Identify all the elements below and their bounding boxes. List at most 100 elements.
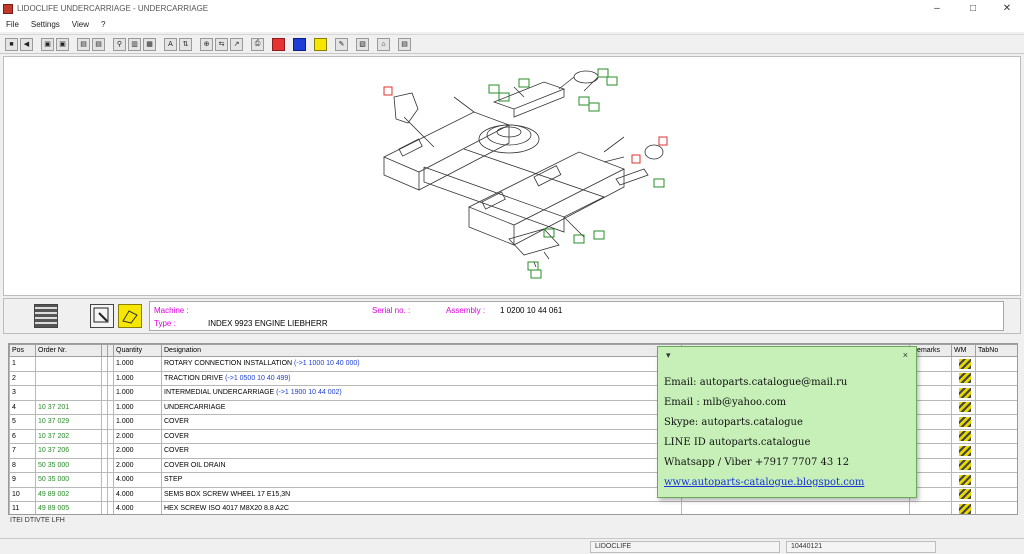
wm-marker-icon[interactable] (958, 431, 971, 442)
cell-wm (951, 486, 976, 502)
wm-marker-icon[interactable] (958, 387, 971, 398)
toolbar-button[interactable]: ⊕ (200, 37, 213, 51)
cell-tabno (975, 385, 1017, 401)
col-pos[interactable]: Pos (9, 344, 36, 357)
toolbar-button[interactable]: ⎙ (251, 37, 264, 51)
wm-marker-icon[interactable] (958, 489, 971, 500)
status-bar: LIDOCLIFE 10440121 (0, 538, 1024, 554)
wm-marker-icon[interactable] (958, 373, 971, 384)
cell-remarks (909, 501, 952, 514)
minimize-button[interactable]: – (920, 0, 954, 17)
close-button[interactable]: ✕ (990, 0, 1024, 17)
popup-email-1: Email: autoparts.catalogue@mail.ru (664, 377, 848, 388)
designation-text: SEMS BOX SCREW WHEEL 17 E15,3N (164, 490, 291, 498)
cell-designation: COVER OIL DRAIN (161, 457, 682, 473)
toolbar-button[interactable]: ▧ (356, 37, 369, 51)
cell-tabno (975, 428, 1017, 444)
menu-settings[interactable]: Settings (25, 20, 66, 29)
cell-tabno (975, 501, 1017, 514)
toolbar-group (292, 37, 307, 51)
designation-text: COVER (164, 418, 189, 426)
cell-order-nr: 10 37 202 (35, 428, 102, 444)
designation-text: UNDERCARRIAGE (164, 403, 226, 411)
cell-pos: 3 (9, 385, 36, 401)
wm-marker-icon[interactable] (958, 474, 971, 485)
toolbar-button[interactable]: A (164, 37, 177, 51)
toolbar-button[interactable]: ▣ (41, 37, 54, 51)
app-icon (3, 3, 13, 14)
toolbar-red-color-button[interactable] (272, 37, 285, 51)
col-order-nr[interactable]: Order Nr. (35, 344, 102, 357)
cell-designation: SEMS BOX SCREW WHEEL 17 E15,3N (161, 486, 682, 502)
cell-pos: 6 (9, 428, 36, 444)
wm-marker-icon[interactable] (958, 402, 971, 413)
app-window: LIDOCLIFE UNDERCARRIAGE - UNDERCARRIAGE … (0, 0, 1024, 554)
toolbar-button[interactable]: ▦ (143, 37, 156, 51)
cell-order-nr (35, 356, 102, 372)
cell-pos: 4 (9, 399, 36, 415)
cell-pos: 9 (9, 472, 36, 488)
toolbar-button[interactable]: ▤ (77, 37, 90, 51)
machine-label: Machine : (154, 306, 189, 315)
toolbar-button[interactable]: ◀ (20, 37, 33, 51)
maximize-button[interactable]: □ (956, 0, 990, 17)
table-row[interactable]: 11 49 89 005 4.000 HEX SCREW ISO 4017 M8X20… (9, 501, 1017, 514)
assembly-link[interactable]: (->1 1900 10 44 002) (276, 389, 342, 396)
zoom-icon[interactable] (90, 304, 114, 328)
toolbar-button[interactable]: ▣ (56, 37, 69, 51)
exploded-drawing-view[interactable] (3, 56, 1021, 296)
popup-close-button[interactable]: × (903, 350, 908, 360)
menu-help[interactable]: ? (95, 20, 111, 29)
toolbar-group: ⌂ (376, 37, 391, 51)
assembly-link[interactable]: (->1 0500 10 40 499) (225, 375, 291, 382)
designation-text: TRACTION DRIVE (164, 374, 226, 382)
cell-pos: 1 (9, 356, 36, 372)
popup-email-2: Email : mlb@yahoo.com (664, 397, 787, 408)
cell-order-nr: 10 37 201 (35, 399, 102, 415)
cell-quantity: 1.000 (113, 385, 162, 401)
toolbar-group: ✎ (334, 37, 349, 51)
toolbar-yellow-color-button[interactable] (314, 37, 327, 51)
cell-order-nr: 50 35 000 (35, 472, 102, 488)
toolbar: ■ ◀ ▣ ▣ ▤ ▤ ⚲ ▥ ▦ A ⇅ ⊕ ⇆ ↗ ⎙ ✎ ▧ ⌂ ▤ (0, 34, 1024, 54)
cell-designation: COVER (161, 443, 682, 459)
toolbar-button[interactable]: ▤ (398, 37, 411, 51)
status-center: LIDOCLIFE (590, 541, 780, 553)
col-quantity[interactable]: Quantity (113, 344, 162, 357)
toolbar-button[interactable]: ⌂ (377, 37, 390, 51)
menu-file[interactable]: File (0, 20, 25, 29)
toolbar-button[interactable]: ✎ (335, 37, 348, 51)
toolbar-button[interactable]: ↗ (230, 37, 243, 51)
toolbar-group: ▤ ▤ (76, 37, 106, 51)
popup-pin-icon[interactable]: ▾ (666, 350, 671, 361)
popup-whatsapp: Whatsapp / Viber +7917 7707 43 12 (664, 457, 850, 468)
designation-text: COVER (164, 432, 189, 440)
col-designation[interactable]: Designation (161, 344, 682, 357)
list-view-icon[interactable] (34, 304, 58, 328)
cell-quantity: 4.000 (113, 486, 162, 502)
toolbar-blue-color-button[interactable] (293, 37, 306, 51)
toolbar-button[interactable]: ⚲ (113, 37, 126, 51)
cell-wm (951, 443, 976, 459)
wm-marker-icon[interactable] (958, 445, 971, 456)
assembly-link[interactable]: (->1 1000 10 40 000) (294, 360, 360, 367)
wm-marker-icon[interactable] (958, 503, 971, 514)
col-wm[interactable]: WM (951, 344, 976, 357)
toolbar-button[interactable]: ▥ (128, 37, 141, 51)
wm-marker-icon[interactable] (958, 416, 971, 427)
wm-marker-icon[interactable] (958, 358, 971, 369)
undercarriage-drawing (383, 68, 668, 279)
table-footer-text: ITEI DTIVTE LFH (10, 517, 65, 524)
menu-view[interactable]: View (66, 20, 95, 29)
toolbar-button[interactable]: ⇅ (179, 37, 192, 51)
toolbar-button[interactable]: ▤ (92, 37, 105, 51)
popup-website-link[interactable]: www.autoparts-catalogue.blogspot.com (664, 477, 864, 488)
toolbar-button[interactable]: ■ (5, 37, 18, 51)
highlight-icon[interactable] (118, 304, 142, 328)
cell-tabno (975, 472, 1017, 488)
cell-quantity: 4.000 (113, 501, 162, 514)
cell-pos: 8 (9, 457, 36, 473)
toolbar-button[interactable]: ⇆ (215, 37, 228, 51)
col-tabno[interactable]: TabNo (975, 344, 1017, 357)
wm-marker-icon[interactable] (958, 460, 971, 471)
